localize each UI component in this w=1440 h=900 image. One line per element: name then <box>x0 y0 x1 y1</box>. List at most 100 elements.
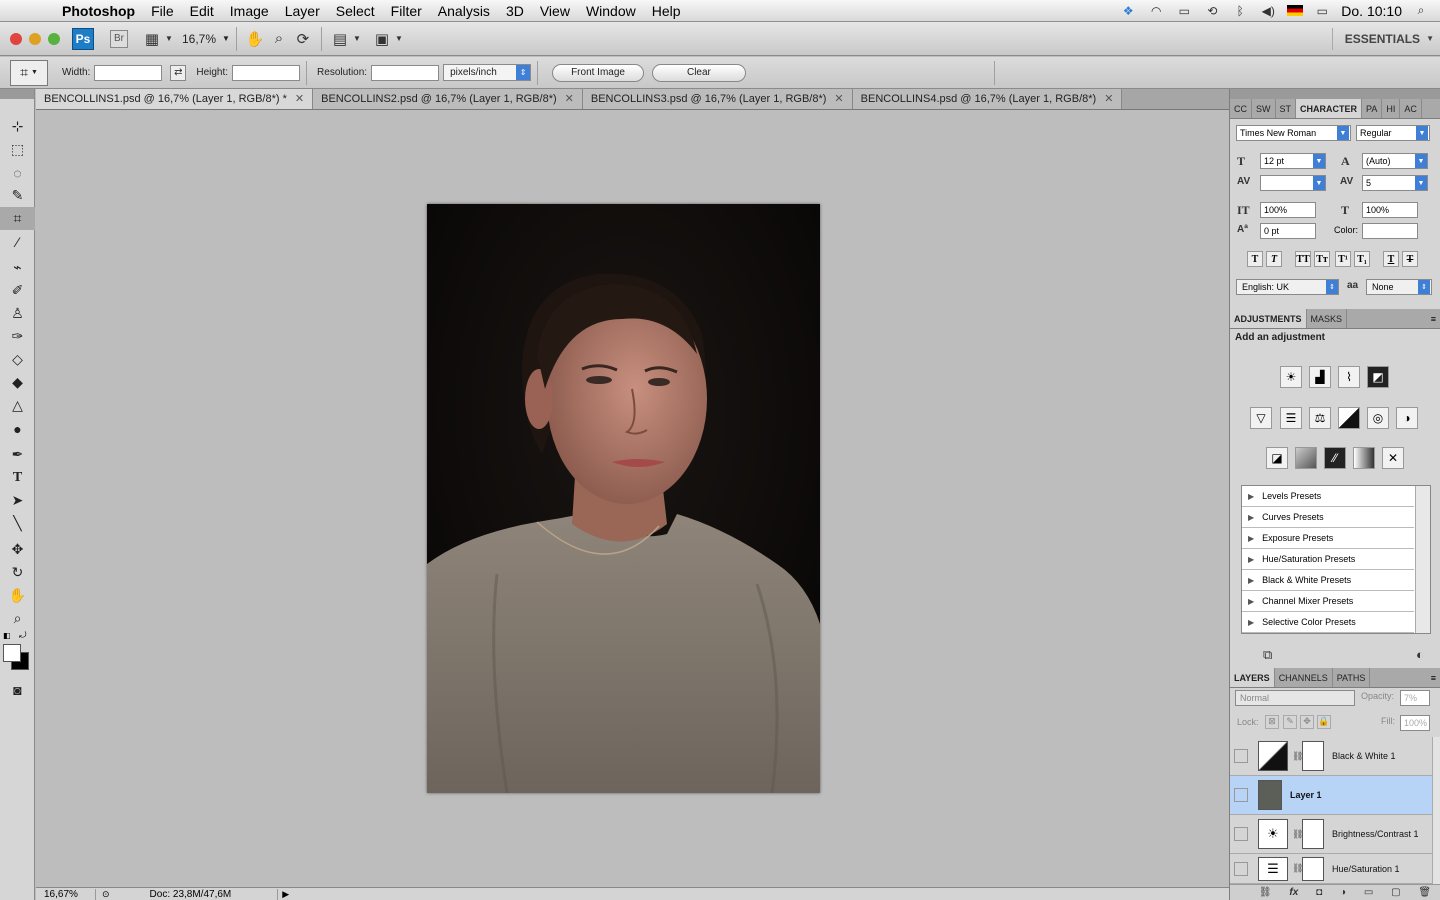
text-color-swatch[interactable] <box>1362 223 1418 239</box>
dropbox-icon[interactable]: ❖ <box>1119 4 1137 18</box>
subscript-button[interactable]: T₁ <box>1354 251 1370 267</box>
dodge-tool-icon[interactable]: ● <box>0 417 35 440</box>
chevron-down-icon[interactable]: ▼ <box>1415 176 1427 190</box>
color-balance-icon[interactable]: ⚖ <box>1309 407 1331 429</box>
spotlight-search-icon[interactable]: ⌕ <box>1412 3 1430 18</box>
type-tool-icon[interactable]: T <box>0 466 35 489</box>
minimize-window-button[interactable] <box>29 32 41 45</box>
layer-mask-thumbnail[interactable] <box>1302 819 1324 849</box>
chevron-down-icon[interactable]: ▼ <box>1337 126 1349 140</box>
zoom-tool-icon[interactable]: ⌕ <box>0 607 35 630</box>
crop-tool-icon[interactable]: ⌗ <box>0 207 35 230</box>
layer-mask-thumbnail[interactable] <box>1302 741 1324 771</box>
new-layer-icon[interactable]: ▢ <box>1391 887 1400 898</box>
lock-position-icon[interactable]: ✥ <box>1300 715 1314 729</box>
opacity-input[interactable]: 7% <box>1400 690 1430 706</box>
posterize-icon[interactable] <box>1295 447 1317 469</box>
chevron-down-icon[interactable]: ▼ <box>1313 154 1325 168</box>
link-icon[interactable]: ⛓ <box>1292 751 1303 762</box>
layer-mask-thumbnail[interactable] <box>1302 856 1324 881</box>
chevron-down-icon[interactable]: ▼ <box>1416 126 1428 140</box>
menubar-clock[interactable]: Do. 10:10 <box>1341 3 1402 19</box>
3d-orbit-tool-icon[interactable]: ↻ <box>0 561 35 584</box>
bridge-launch-button[interactable]: Br <box>110 29 128 48</box>
panel-menu-icon[interactable]: ≡ <box>1431 668 1440 687</box>
new-adjustment-icon[interactable]: ◑ <box>1340 887 1346 898</box>
tab-swatches[interactable]: SW <box>1252 99 1276 118</box>
pen-tool-icon[interactable]: ✒ <box>0 443 35 466</box>
threshold-icon[interactable]: ⁄⁄ <box>1324 447 1346 469</box>
vibrance-icon[interactable]: ▽ <box>1250 407 1272 429</box>
lasso-tool-icon[interactable]: ◌ <box>0 161 35 184</box>
presets-scrollbar[interactable] <box>1415 486 1430 633</box>
chevron-down-icon[interactable]: ▼ <box>394 28 404 50</box>
tab-layers[interactable]: LAYERS <box>1230 668 1275 687</box>
clone-stamp-tool-icon[interactable]: ♙ <box>0 302 35 325</box>
close-icon[interactable]: ✕ <box>565 89 574 110</box>
chevron-down-icon[interactable]: ▼ <box>164 28 174 50</box>
width-input[interactable] <box>94 64 163 81</box>
tab-actions[interactable]: AC <box>1400 99 1422 118</box>
close-window-button[interactable] <box>10 32 22 45</box>
layer-row-brightness-contrast[interactable]: ☀ ⛓ Brightness/Contrast 1 <box>1230 815 1432 854</box>
preset-levels[interactable]: ▶ Levels Presets <box>1242 486 1414 507</box>
visibility-toggle[interactable] <box>1234 827 1248 841</box>
status-menu-arrow-icon[interactable]: ▶ <box>277 888 289 900</box>
marquee-tool-icon[interactable]: ⬚ <box>0 138 35 161</box>
menu-filter[interactable]: Filter <box>383 0 430 22</box>
lock-image-icon[interactable]: ✎ <box>1283 715 1297 729</box>
black-white-icon[interactable] <box>1338 407 1360 429</box>
menu-file[interactable]: File <box>143 0 182 22</box>
tab-channels[interactable]: CHANNELS <box>1275 668 1333 687</box>
menu-layer[interactable]: Layer <box>277 0 328 22</box>
tab-history[interactable]: HI <box>1382 99 1401 118</box>
resolution-input[interactable] <box>371 64 440 81</box>
stepper-arrows-icon[interactable]: ⇕ <box>1418 280 1430 294</box>
menu-window[interactable]: Window <box>578 0 644 22</box>
vertical-scale-input[interactable]: 100% <box>1260 202 1316 218</box>
layer-row-hue-saturation[interactable]: ☰ ⛓ Hue/Saturation 1 <box>1230 854 1432 884</box>
view-extras-icon[interactable]: ▦ <box>140 28 164 50</box>
faux-italic-button[interactable]: T <box>1266 251 1282 267</box>
channel-mixer-icon[interactable]: ◑ <box>1396 407 1418 429</box>
add-mask-icon[interactable]: ◘ <box>1316 887 1322 898</box>
line-tool-icon[interactable]: ╲ <box>0 512 35 535</box>
menu-select[interactable]: Select <box>328 0 383 22</box>
paint-bucket-tool-icon[interactable]: ◆ <box>0 371 35 394</box>
screen-mode-icon[interactable]: ▣ <box>370 28 394 50</box>
eyedropper-tool-icon[interactable]: ⁄ <box>0 230 35 253</box>
zoom-tool-icon[interactable]: ⌕ <box>267 28 291 50</box>
preset-curves[interactable]: ▶ Curves Presets <box>1242 507 1414 528</box>
horizontal-scale-input[interactable]: 100% <box>1362 202 1418 218</box>
input-language-flag-icon[interactable] <box>1287 5 1304 16</box>
menu-analysis[interactable]: Analysis <box>430 0 498 22</box>
chevron-down-icon[interactable]: ▼ <box>1415 154 1427 168</box>
chevron-down-icon[interactable]: ▼ <box>1313 176 1325 190</box>
height-input[interactable] <box>232 64 301 81</box>
volume-icon[interactable]: ◀) <box>1259 4 1277 18</box>
hue-saturation-icon[interactable]: ☰ <box>1280 407 1302 429</box>
arrange-documents-icon[interactable]: ▤ <box>328 28 352 50</box>
preset-black-white[interactable]: ▶ Black & White Presets <box>1242 570 1414 591</box>
swap-dimensions-icon[interactable]: ⇄ <box>170 64 187 81</box>
tools-panel-header[interactable] <box>0 89 34 99</box>
clip-to-layer-icon[interactable]: ⧉ <box>1263 647 1272 663</box>
swap-colors-icon[interactable]: ⤾ <box>19 630 27 641</box>
all-caps-button[interactable]: TT <box>1295 251 1311 267</box>
link-icon[interactable]: ⛓ <box>1292 829 1303 840</box>
close-icon[interactable]: ✕ <box>1104 89 1113 110</box>
view-previous-icon[interactable]: ◐ <box>1416 647 1424 662</box>
tab-styles[interactable]: ST <box>1276 99 1297 118</box>
link-layers-icon[interactable]: ⛓ <box>1259 887 1272 898</box>
photo-filter-icon[interactable]: ◎ <box>1367 407 1389 429</box>
lock-transparency-icon[interactable]: ⊠ <box>1265 715 1279 729</box>
lock-all-icon[interactable]: 🔒 <box>1317 715 1331 729</box>
battery-icon[interactable]: ▭ <box>1313 4 1331 18</box>
visibility-toggle[interactable] <box>1234 861 1248 876</box>
baseline-shift-input[interactable]: 0 pt <box>1260 223 1316 239</box>
invert-icon[interactable]: ◪ <box>1266 447 1288 469</box>
quick-selection-tool-icon[interactable]: ✎ <box>0 184 35 207</box>
quick-mask-icon[interactable]: ◙ <box>0 678 35 701</box>
time-machine-icon[interactable]: ⟲ <box>1203 4 1221 18</box>
fx-icon[interactable]: fx <box>1289 887 1298 898</box>
